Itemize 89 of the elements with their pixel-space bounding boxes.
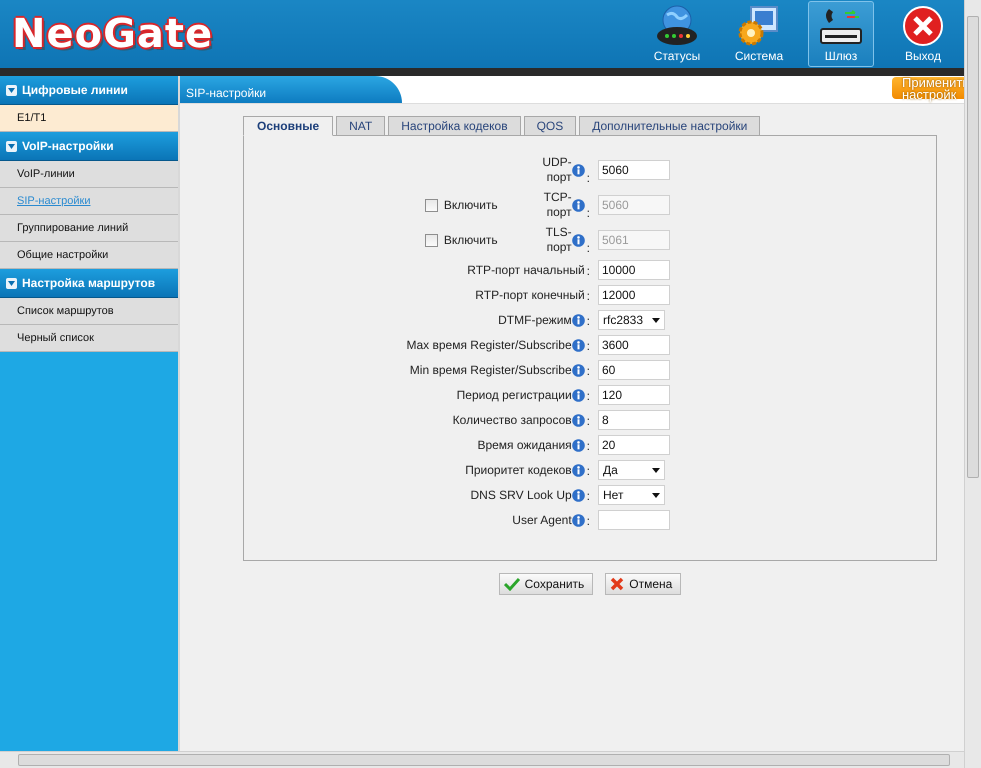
cancel-button[interactable]: Отмена bbox=[605, 573, 682, 595]
collapse-icon bbox=[6, 140, 17, 152]
sidebar-item[interactable]: Группирование линий bbox=[0, 215, 178, 242]
input-field[interactable]: 5060 bbox=[598, 160, 670, 180]
input-field[interactable] bbox=[598, 510, 670, 530]
field-label: Max время Register/Subscribe bbox=[406, 338, 572, 352]
colon: : bbox=[586, 388, 590, 402]
tab[interactable]: Основные bbox=[243, 116, 334, 136]
info-icon[interactable] bbox=[572, 488, 585, 502]
tab[interactable]: NAT bbox=[336, 116, 386, 136]
info-icon[interactable] bbox=[572, 438, 585, 452]
page-title: SIP-настройки bbox=[180, 76, 402, 103]
tab[interactable]: Дополнительные настройки bbox=[579, 116, 760, 136]
checkmark-icon bbox=[504, 577, 520, 591]
colon: : bbox=[586, 314, 590, 328]
colon: : bbox=[586, 206, 590, 220]
input-field[interactable]: 10000 bbox=[598, 260, 670, 280]
info-icon[interactable] bbox=[572, 464, 585, 476]
sidebar-section-header[interactable]: Цифровые линии bbox=[0, 76, 178, 105]
info-icon[interactable] bbox=[572, 338, 585, 352]
sidebar-item[interactable]: Общие настройки bbox=[0, 242, 178, 269]
field-label: Период регистрации bbox=[456, 388, 572, 402]
input-field[interactable]: 20 bbox=[598, 435, 670, 455]
collapse-icon bbox=[6, 84, 17, 96]
field-label: UDP-порт bbox=[541, 155, 572, 185]
field-label: Min время Register/Subscribe bbox=[410, 362, 572, 378]
monitor-gear-icon bbox=[737, 5, 781, 47]
info-icon[interactable] bbox=[572, 388, 585, 402]
horizontal-scrollbar[interactable] bbox=[0, 751, 964, 768]
nav-button[interactable]: Выход bbox=[890, 1, 956, 67]
dropdown-caret-icon bbox=[652, 468, 660, 472]
close-icon bbox=[902, 5, 944, 47]
colon: : bbox=[586, 338, 590, 352]
section-title: Настройка маршрутов bbox=[22, 276, 156, 290]
field-label: Время ожидания bbox=[477, 438, 572, 452]
dropdown[interactable]: Да bbox=[598, 460, 665, 480]
input-field[interactable]: 3600 bbox=[598, 335, 670, 355]
colon: : bbox=[586, 414, 590, 428]
sidebar-section-header[interactable]: VoIP-настройки bbox=[0, 132, 178, 161]
field-label: RTP-порт конечный bbox=[475, 288, 585, 302]
info-icon[interactable] bbox=[572, 164, 585, 176]
dropdown[interactable]: rfc2833 bbox=[598, 310, 665, 330]
field-label: RTP-порт начальный bbox=[467, 262, 585, 278]
tab[interactable]: QOS bbox=[524, 116, 576, 136]
colon: : bbox=[586, 364, 590, 378]
dropdown-caret-icon bbox=[652, 492, 660, 498]
colon: : bbox=[586, 288, 590, 302]
colon: : bbox=[586, 171, 590, 185]
section-title: VoIP-настройки bbox=[22, 139, 114, 153]
colon: : bbox=[586, 488, 590, 502]
dropdown-caret-icon bbox=[652, 318, 660, 322]
colon: : bbox=[586, 264, 590, 278]
nav-button[interactable]: Шлюз bbox=[808, 1, 874, 67]
checkbox-label: Включить bbox=[444, 198, 498, 212]
info-icon[interactable] bbox=[572, 314, 585, 326]
field-label: DNS SRV Look Up bbox=[470, 488, 572, 502]
colon: : bbox=[586, 514, 590, 528]
field-label: TCP-порт bbox=[542, 190, 572, 220]
info-icon[interactable] bbox=[572, 364, 585, 376]
input-field[interactable]: 12000 bbox=[598, 285, 670, 305]
checkbox-label: Включить bbox=[444, 233, 498, 247]
colon: : bbox=[586, 464, 590, 478]
input-field[interactable]: 60 bbox=[598, 360, 670, 380]
sidebar-item[interactable]: VoIP-линии bbox=[0, 161, 178, 188]
input-field[interactable]: 120 bbox=[598, 385, 670, 405]
tab[interactable]: Настройка кодеков bbox=[388, 116, 521, 136]
info-icon[interactable] bbox=[572, 514, 585, 526]
sidebar-item[interactable]: Список маршрутов bbox=[0, 298, 178, 325]
field-label: TLS-порт bbox=[544, 225, 572, 255]
sidebar-item[interactable]: E1/T1 bbox=[0, 105, 178, 132]
vertical-scrollbar[interactable] bbox=[964, 0, 981, 768]
sidebar-item[interactable]: Черный список bbox=[0, 325, 178, 352]
save-button[interactable]: Сохранить bbox=[498, 573, 594, 595]
field-label: DTMF-режим bbox=[498, 312, 572, 328]
nav-button[interactable]: Система bbox=[726, 1, 792, 67]
dropdown[interactable]: Нет bbox=[598, 485, 665, 505]
nav-button[interactable]: Статусы bbox=[644, 1, 710, 67]
colon: : bbox=[586, 438, 590, 452]
logo: NeoGate bbox=[12, 11, 214, 57]
section-title: Цифровые линии bbox=[22, 83, 128, 97]
field-label: Приоритет кодеков bbox=[465, 462, 572, 478]
field-label: Количество запросов bbox=[452, 412, 572, 428]
field-label: User Agent bbox=[512, 512, 572, 528]
info-icon[interactable] bbox=[572, 414, 585, 426]
colon: : bbox=[586, 241, 590, 255]
input-field[interactable]: 8 bbox=[598, 410, 670, 430]
collapse-icon bbox=[6, 278, 17, 288]
close-icon bbox=[610, 577, 624, 591]
sidebar-section-header[interactable]: Настройка маршрутов bbox=[0, 269, 178, 298]
